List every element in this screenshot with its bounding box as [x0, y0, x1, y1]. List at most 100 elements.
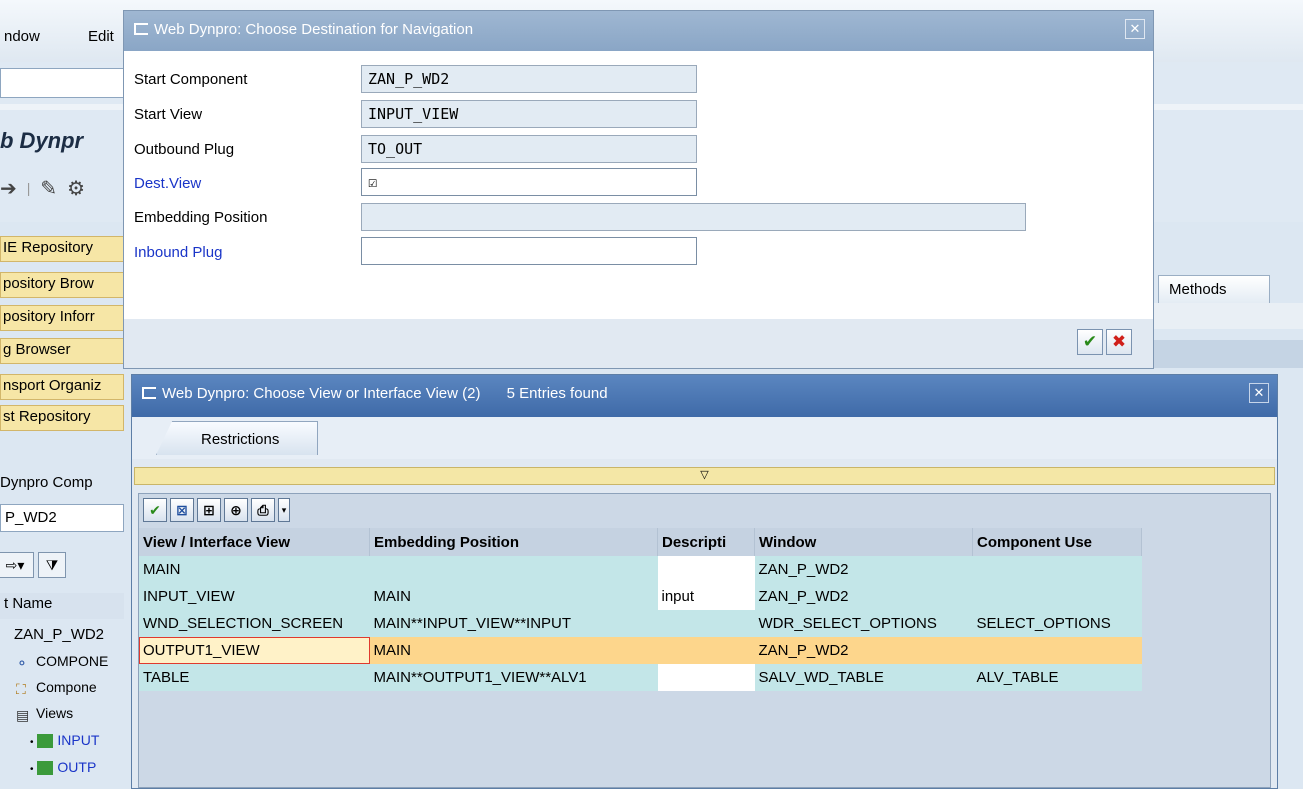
table-row-selected[interactable]: OUTPUT1_VIEW MAIN ZAN_P_WD2 — [139, 637, 1142, 664]
table-cell — [972, 583, 1142, 610]
window-icon — [134, 23, 148, 35]
forward-arrow-icon[interactable]: ➔ — [0, 176, 17, 201]
table-row[interactable]: TABLE MAIN**OUTPUT1_VIEW**ALV1 SALV_WD_T… — [139, 664, 1142, 691]
controller-icon: ⚬ — [16, 655, 28, 672]
tree-toolbar: ⇨▾ ⧩ — [0, 552, 124, 580]
folder-window-icon: ▤ — [16, 707, 30, 724]
dialog-title-bar[interactable]: Web Dynpro: Choose View or Interface Vie… — [132, 375, 1277, 417]
column-header-window[interactable]: Window — [754, 528, 973, 556]
tag-browser-button[interactable]: g Browser — [0, 338, 124, 364]
filter-icon[interactable]: ⧩ — [38, 552, 66, 578]
embedding-position-field — [361, 203, 1026, 231]
inbound-plug-input[interactable] — [361, 237, 697, 265]
tab-restrictions[interactable]: Restrictions — [156, 421, 318, 455]
choose-view-dialog: Web Dynpro: Choose View or Interface Vie… — [131, 374, 1278, 789]
entries-found-text: 5 Entries found — [506, 385, 608, 402]
interface-icon: ⛶ — [16, 681, 26, 698]
tree-root[interactable]: ZAN_P_WD2 — [14, 626, 104, 643]
component-label: Dynpro Comp — [0, 474, 93, 491]
tab-methods[interactable]: Methods — [1158, 275, 1270, 303]
tab-strip: Restrictions — [132, 417, 1277, 459]
activate-icon[interactable]: ⚙ — [67, 176, 85, 201]
view-selection-table: View / Interface View Embedding Position… — [139, 528, 1142, 691]
repository-browser-button[interactable]: pository Brow — [0, 272, 124, 298]
copy-checkmark-icon[interactable]: ✔ — [143, 498, 167, 522]
column-header-embedding-position[interactable]: Embedding Position — [369, 528, 658, 556]
tree-node-input-view[interactable]: • INPUT — [30, 732, 100, 749]
table-row[interactable]: WND_SELECTION_SCREEN MAIN**INPUT_VIEW**I… — [139, 610, 1142, 637]
mime-repository-button[interactable]: IE Repository — [0, 236, 124, 262]
close-icon[interactable]: ✕ — [1125, 19, 1145, 39]
table-cell: WND_SELECTION_SCREEN — [139, 610, 370, 637]
test-repository-button[interactable]: st Repository — [0, 405, 124, 431]
close-icon[interactable]: ✕ — [1249, 383, 1269, 403]
list-toolbar: ✔ ⊠ ⊞ ⊕ ⎙ ▾ — [143, 498, 290, 526]
display-arrow-icon[interactable]: ⇨▾ — [0, 552, 34, 578]
table-cell — [657, 610, 755, 637]
table-cell: MAIN — [369, 637, 658, 664]
repository-info-button[interactable]: pository Inforr — [0, 305, 124, 331]
transport-organizer-button[interactable]: nsport Organiz — [0, 374, 124, 400]
table-cell: MAIN**INPUT_VIEW**INPUT — [369, 610, 658, 637]
column-header-description[interactable]: Descripti — [657, 528, 755, 556]
print-dropdown-icon[interactable]: ▾ — [278, 498, 290, 522]
outbound-plug-label: Outbound Plug — [134, 141, 235, 158]
start-component-label: Start Component — [134, 71, 248, 88]
find-icon[interactable]: ⊞ — [197, 498, 221, 522]
table-cell — [972, 556, 1142, 583]
column-header-view[interactable]: View / Interface View — [139, 528, 370, 556]
inbound-plug-label[interactable]: Inbound Plug — [134, 244, 222, 261]
find-next-icon[interactable]: ⊕ — [224, 498, 248, 522]
start-view-field: INPUT_VIEW — [361, 100, 697, 128]
dialog-title: Web Dynpro: Choose Destination for Navig… — [154, 21, 474, 38]
menu-edit[interactable]: Edit — [88, 28, 114, 45]
table-cell — [369, 556, 658, 583]
toolbar-separator: | — [26, 180, 31, 196]
table-row[interactable]: INPUT_VIEW MAIN input ZAN_P_WD2 — [139, 583, 1142, 610]
table-cell: INPUT_VIEW — [139, 583, 370, 610]
column-header-component-use[interactable]: Component Use — [972, 528, 1142, 556]
tree-label: COMPONE — [36, 653, 109, 669]
table-cell: ALV_TABLE — [972, 664, 1142, 691]
dest-view-input[interactable]: ☑ — [361, 168, 697, 196]
table-cell: WDR_SELECT_OPTIONS — [754, 610, 973, 637]
tree-node-component-interface[interactable]: ⛶ Compone — [16, 679, 97, 698]
tree-node-componentcontroller[interactable]: ⚬ COMPONE — [16, 653, 109, 672]
tree-label: INPUT — [57, 732, 100, 748]
table-cell: ZAN_P_WD2 — [754, 583, 973, 610]
table-cell: ZAN_P_WD2 — [754, 556, 973, 583]
start-view-label: Start View — [134, 106, 203, 123]
screen-title: b Dynpr — [0, 128, 84, 153]
table-cell: SELECT_OPTIONS — [972, 610, 1142, 637]
tree-label: Compone — [36, 679, 97, 695]
tree-column-header: t Name — [0, 593, 124, 619]
table-cell: MAIN — [139, 556, 370, 583]
confirm-button[interactable]: ✔ — [1077, 329, 1103, 355]
table-cell — [657, 556, 755, 583]
table-header-row: View / Interface View Embedding Position… — [139, 528, 1142, 556]
expand-restrictions-bar[interactable]: ▽ — [134, 467, 1275, 485]
table-cell — [972, 637, 1142, 664]
form-body: Start Component ZAN_P_WD2 Start View INP… — [124, 51, 1153, 321]
app-toolbar: ➔ | ✎ ⚙ — [0, 172, 85, 204]
table-cell: MAIN — [369, 583, 658, 610]
component-field[interactable]: P_WD2 — [0, 504, 124, 532]
tree-label: OUTP — [57, 759, 97, 775]
dialog-title-bar[interactable]: Web Dynpro: Choose Destination for Navig… — [124, 11, 1153, 51]
pencil-glasses-icon[interactable]: ✎ — [40, 176, 57, 201]
print-icon[interactable]: ⎙ — [251, 498, 275, 522]
result-list-area: ✔ ⊠ ⊞ ⊕ ⎙ ▾ View / Interface View Embedd… — [138, 493, 1271, 788]
table-cell: MAIN**OUTPUT1_VIEW**ALV1 — [369, 664, 658, 691]
table-cell — [657, 664, 755, 691]
bullet-icon: • — [30, 737, 34, 748]
cancel-button[interactable]: ✖ — [1106, 329, 1132, 355]
tree-node-output-view[interactable]: • OUTP — [30, 759, 97, 776]
table-row[interactable]: MAIN ZAN_P_WD2 — [139, 556, 1142, 583]
dest-view-label[interactable]: Dest.View — [134, 175, 201, 192]
tree-node-views[interactable]: ▤ Views — [16, 705, 73, 724]
table-cell — [657, 637, 755, 664]
table-cell: ZAN_P_WD2 — [754, 637, 973, 664]
menu-window[interactable]: ndow — [4, 28, 40, 45]
command-field[interactable] — [0, 68, 124, 98]
close-list-icon[interactable]: ⊠ — [170, 498, 194, 522]
